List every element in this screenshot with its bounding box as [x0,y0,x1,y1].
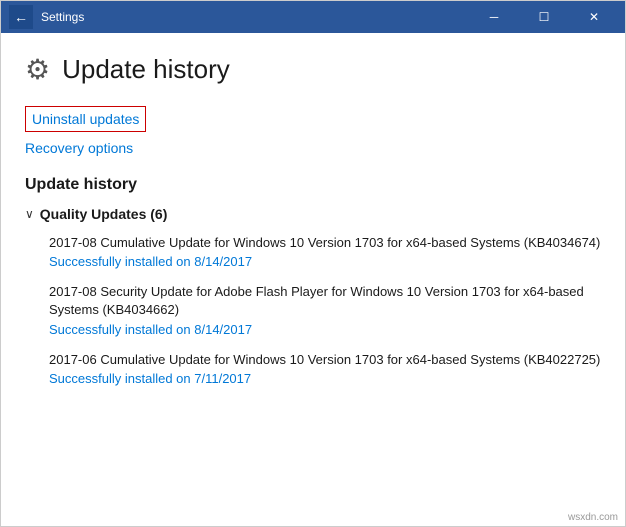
update-name-3: 2017-06 Cumulative Update for Windows 10… [49,351,601,369]
page-header: ⚙ Update history [25,53,601,86]
restore-button[interactable]: ☐ [521,1,567,33]
title-bar: ← Settings ─ ☐ ✕ [1,1,625,33]
quality-updates-title: Quality Updates (6) [40,206,168,222]
main-content: ⚙ Update history Uninstall updates Recov… [1,33,625,526]
update-status-3[interactable]: Successfully installed on 7/11/2017 [49,371,601,386]
settings-window: ← Settings ─ ☐ ✕ ⚙ Update history Uninst… [0,0,626,527]
update-name-1: 2017-08 Cumulative Update for Windows 10… [49,234,601,252]
uninstall-updates-link[interactable]: Uninstall updates [25,106,146,132]
back-icon: ← [14,9,28,25]
title-bar-left: ← Settings [9,5,84,29]
window-controls: ─ ☐ ✕ [471,1,617,33]
update-history-section-title: Update history [25,176,601,194]
update-item-2: 2017-08 Security Update for Adobe Flash … [49,283,601,336]
back-button[interactable]: ← [9,5,33,29]
window-content: ⚙ Update history Uninstall updates Recov… [1,33,625,526]
quality-updates-header: ∨ Quality Updates (6) [25,206,601,222]
gear-icon: ⚙ [25,53,50,86]
update-item-3: 2017-06 Cumulative Update for Windows 10… [49,351,601,386]
update-status-2[interactable]: Successfully installed on 8/14/2017 [49,322,601,337]
chevron-down-icon: ∨ [25,207,34,221]
minimize-button[interactable]: ─ [471,1,517,33]
close-button[interactable]: ✕ [571,1,617,33]
watermark: wsxdn.com [568,512,618,523]
update-status-1[interactable]: Successfully installed on 8/14/2017 [49,254,601,269]
update-item-1: 2017-08 Cumulative Update for Windows 10… [49,234,601,269]
update-name-2: 2017-08 Security Update for Adobe Flash … [49,283,601,319]
recovery-options-link[interactable]: Recovery options [25,140,133,156]
page-title: Update history [62,54,230,85]
window-title: Settings [41,10,84,24]
